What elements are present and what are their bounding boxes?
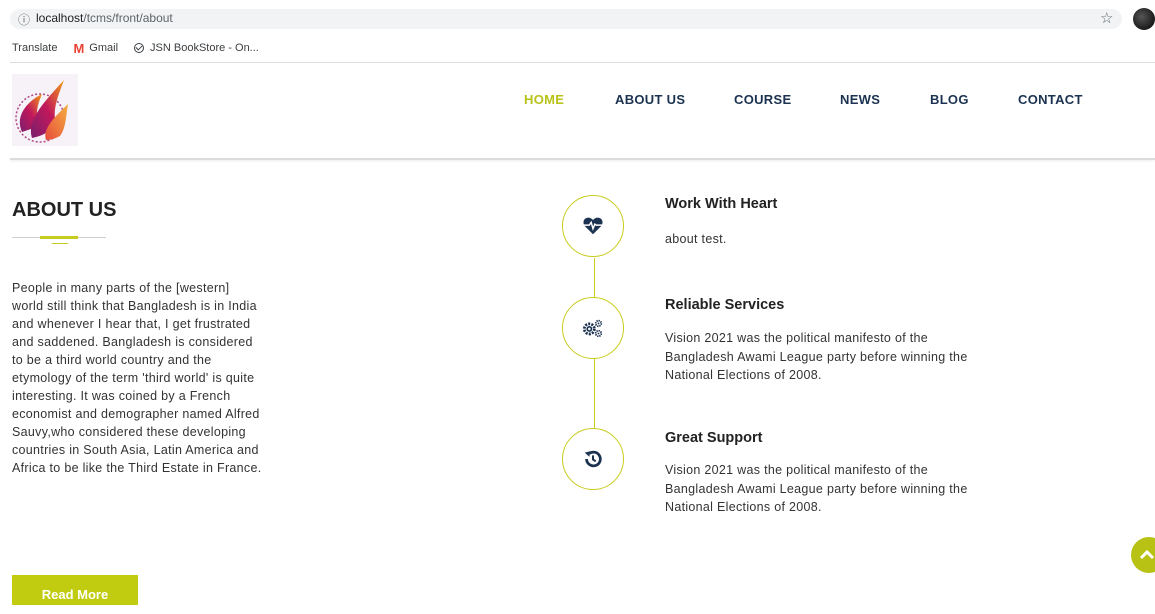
site-logo[interactable] [12,74,78,146]
nav-item-home[interactable]: HOME [524,92,564,107]
bookmark-translate[interactable]: Translate [12,42,57,54]
feature-title: Work With Heart [665,196,778,212]
bookmark-label: Gmail [89,42,119,54]
bookmarks-bar: Translate M Gmail JSN BookStore - On... [12,40,275,56]
feature-text: about test. [665,232,727,246]
feature-icon-circle [562,297,624,359]
gmail-icon: M [73,40,85,56]
heartbeat-icon [583,217,603,235]
cogs-icon [582,319,603,338]
history-icon [584,450,602,468]
header-divider [10,158,1155,160]
check-circle-icon [134,43,145,53]
read-more-button[interactable]: Read More [12,575,138,605]
bookmark-star-icon[interactable]: ☆ [1100,9,1113,27]
feature-text: Vision 2021 was the political manifesto … [665,331,968,382]
about-body-text: People in many parts of the [western] wo… [12,281,262,475]
nav-item-news[interactable]: NEWS [840,92,880,107]
nav-item-blog[interactable]: BLOG [930,92,969,107]
bookmark-label: JSN BookStore - On... [150,42,259,54]
nav-item-about-us[interactable]: ABOUT US [615,92,685,107]
site-info-icon[interactable]: ⓘ [18,11,30,28]
chrome-divider [10,62,1155,63]
title-accent [40,236,78,239]
feature-title: Great Support [665,430,763,446]
title-accent-small [52,243,68,244]
url-host: localhost [36,11,84,25]
chevron-up-icon [1139,549,1155,560]
nav-item-contact[interactable]: CONTACT [1018,92,1083,107]
feature-title: Reliable Services [665,297,785,313]
profile-avatar[interactable] [1133,8,1155,30]
scroll-to-top-button[interactable] [1131,537,1155,573]
feature-icon-circle [562,428,624,490]
bookmark-jsn-bookstore[interactable]: JSN BookStore - On... [134,42,259,54]
nav-item-course[interactable]: COURSE [734,92,791,107]
url-path: /tcms/front/about [83,11,173,25]
feature-text: Vision 2021 was the political manifesto … [665,463,968,514]
feature-icon-circle [562,195,624,257]
bookmark-gmail[interactable]: M Gmail [73,41,118,56]
about-title: ABOUT US [12,199,117,221]
bookmark-label: Translate [12,42,58,54]
address-bar[interactable] [10,9,1122,29]
url-text[interactable]: localhost/tcms/front/about [36,11,173,25]
